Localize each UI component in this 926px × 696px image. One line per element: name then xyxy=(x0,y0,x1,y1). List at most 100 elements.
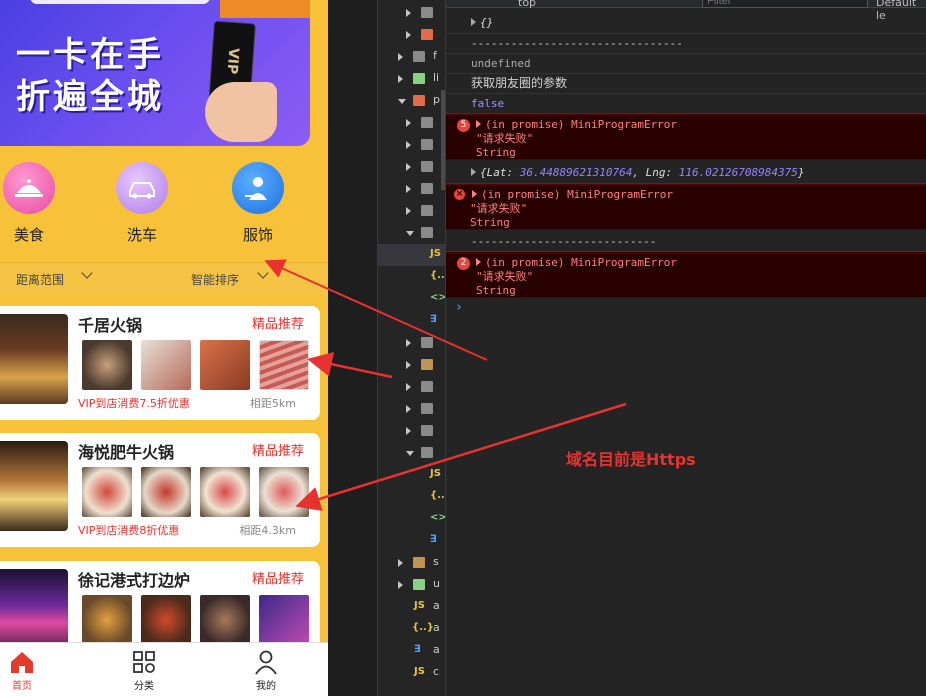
tree-folder[interactable] xyxy=(378,222,446,244)
shop-thumbnail xyxy=(0,314,68,404)
chevron-down-icon[interactable] xyxy=(257,267,269,279)
tree-folder[interactable]: s xyxy=(378,552,446,574)
error-type: String xyxy=(476,146,516,159)
console-line[interactable]: {Lat: 36.44889621310764, Lng: 116.021267… xyxy=(446,162,926,184)
context-selector[interactable]: top xyxy=(518,0,536,9)
console-filter-input[interactable] xyxy=(702,0,868,8)
tree-file-wxml[interactable]: <> xyxy=(378,288,447,310)
category-car-wash[interactable]: 洗车 xyxy=(107,156,177,245)
featured-tag: 精品推荐 xyxy=(251,572,304,587)
console-line[interactable]: {} xyxy=(446,14,926,34)
tree-folder[interactable] xyxy=(378,332,446,354)
tree-folder[interactable] xyxy=(378,24,446,46)
separator-text: ---------------------------- xyxy=(471,235,657,248)
sort-filter[interactable]: 智能排序 xyxy=(191,271,239,288)
category-food[interactable]: 美食 xyxy=(0,156,64,245)
shop-photo[interactable] xyxy=(200,595,250,645)
shop-promo: VIP到店消费8折优惠 xyxy=(78,524,180,537)
tree-folder[interactable] xyxy=(378,134,446,156)
tree-folder[interactable] xyxy=(378,112,446,134)
search-pill xyxy=(30,0,210,4)
shop-distance: 相距5km xyxy=(249,397,296,410)
tree-file-wxml[interactable]: <> xyxy=(378,508,447,530)
banner-title: 一卡在手 折遍全城 xyxy=(16,34,196,118)
tree-folder[interactable]: u xyxy=(378,574,446,596)
undefined-text: undefined xyxy=(471,57,531,70)
tree-file[interactable]: JS c xyxy=(378,662,446,684)
expand-triangle-icon[interactable] xyxy=(471,168,476,176)
tree-file-wxss[interactable]: ∃ a xyxy=(378,640,446,662)
shop-photo[interactable] xyxy=(141,595,191,645)
shop-card[interactable]: 千居火锅 精品推荐 VIP到店消费7.5折优惠 相距5km xyxy=(0,306,320,420)
error-x-icon: × xyxy=(454,189,465,200)
shop-photos xyxy=(82,340,309,390)
shop-photo[interactable] xyxy=(259,340,309,390)
shop-photo[interactable] xyxy=(259,467,309,517)
tab-mine[interactable]: 我的 xyxy=(236,649,296,692)
tree-file-js[interactable]: JS a xyxy=(378,596,446,618)
tree-label: a xyxy=(433,621,440,634)
tree-file-json[interactable]: {..} xyxy=(378,266,452,288)
shop-photo[interactable] xyxy=(82,595,132,645)
chevron-down-icon[interactable] xyxy=(81,267,93,279)
tree-label: f xyxy=(433,49,437,62)
tree-file-wxss[interactable]: ∃ xyxy=(378,530,446,552)
console-prompt-icon[interactable]: › xyxy=(455,300,463,315)
tree-folder[interactable] xyxy=(378,442,446,464)
tree-folder[interactable] xyxy=(378,398,446,420)
tree-file-json[interactable]: {..} a xyxy=(378,618,446,640)
error-count-badge: 2 xyxy=(457,257,470,270)
shop-name: 千居火锅 xyxy=(78,316,143,335)
console-object: {} xyxy=(480,16,494,29)
shop-promo: VIP到店消费7.5折优惠 xyxy=(78,397,190,410)
console-error[interactable]: × (in promise) MiniProgramError "请求失败" S… xyxy=(446,184,926,230)
tree-folder[interactable] xyxy=(378,200,446,222)
tab-home[interactable]: 首页 xyxy=(0,649,52,692)
expand-triangle-icon[interactable] xyxy=(471,18,476,26)
tree-folder[interactable] xyxy=(378,376,446,398)
tree-folder[interactable] xyxy=(378,354,446,376)
shop-thumbnail xyxy=(0,441,68,531)
tree-folder[interactable] xyxy=(378,2,446,24)
latitude-value: 36.44889621310764 xyxy=(519,166,633,179)
distance-filter[interactable]: 距离范围 xyxy=(16,271,64,288)
tree-folder[interactable]: li xyxy=(378,68,446,90)
longitude-value: 116.02126708984375 xyxy=(678,166,798,179)
console-error[interactable]: 5 (in promise) MiniProgramError "请求失败" S… xyxy=(446,114,926,160)
expand-triangle-icon[interactable] xyxy=(476,258,481,266)
featured-tag: 精品推荐 xyxy=(251,444,304,459)
tree-folder[interactable] xyxy=(378,156,446,178)
shop-photo[interactable] xyxy=(259,595,309,645)
tree-label: li xyxy=(433,71,440,84)
tab-category[interactable]: 分类 xyxy=(114,649,174,692)
tree-folder[interactable] xyxy=(378,178,446,200)
category-clothing[interactable]: 服饰 xyxy=(223,156,293,245)
expand-triangle-icon[interactable] xyxy=(472,190,477,198)
shop-photo[interactable] xyxy=(82,467,132,517)
tree-file-js[interactable]: JS xyxy=(378,244,446,266)
car-wash-icon xyxy=(116,162,168,214)
banner-corner xyxy=(220,0,310,18)
expand-triangle-icon[interactable] xyxy=(476,120,481,128)
shop-photo[interactable] xyxy=(200,467,250,517)
tree-file-js[interactable]: JS xyxy=(378,464,446,486)
tree-folder[interactable]: f xyxy=(378,46,446,68)
vip-card-illustration: VIP xyxy=(205,20,285,142)
tab-home-label: 首页 xyxy=(12,681,32,692)
shop-card[interactable]: 海悦肥牛火锅 精品推荐 VIP到店消费8折优惠 相距4.3km xyxy=(0,433,320,547)
promo-banner[interactable]: 一卡在手 折遍全城 VIP xyxy=(0,0,310,146)
console-error[interactable]: 2 (in promise) MiniProgramError "请求失败" S… xyxy=(446,252,926,298)
tree-file-json[interactable]: {..} xyxy=(378,486,452,508)
error-count-badge: 5 xyxy=(457,119,470,132)
error-message: "请求失败" xyxy=(476,270,534,283)
tree-folder[interactable]: p xyxy=(378,90,446,112)
tree-folder[interactable] xyxy=(378,420,446,442)
boolean-text: false xyxy=(471,97,505,110)
shop-photo[interactable] xyxy=(141,340,191,390)
category-food-label: 美食 xyxy=(13,226,44,244)
shop-photo[interactable] xyxy=(200,340,250,390)
tree-file-wxss[interactable]: ∃ xyxy=(378,310,446,332)
shop-photo[interactable] xyxy=(141,467,191,517)
shop-name: 海悦肥牛火锅 xyxy=(78,443,175,462)
shop-photo[interactable] xyxy=(82,340,132,390)
